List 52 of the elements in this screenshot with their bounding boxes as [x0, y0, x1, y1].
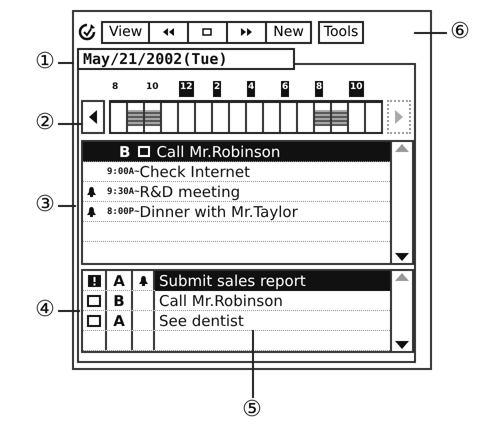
priority-label: A: [113, 272, 125, 290]
schedule-text: Call Mr.Robinson: [156, 142, 280, 160]
busy-block: [332, 110, 347, 126]
leader-line: [58, 205, 76, 207]
previous-button[interactable]: [81, 100, 105, 134]
left-arrow-icon: [89, 110, 97, 124]
tools-button[interactable]: Tools: [318, 20, 364, 44]
right-arrow-icon: [395, 110, 403, 124]
time-label: 8:00P~: [107, 206, 140, 218]
leader-line: [414, 32, 447, 34]
leader-line: [58, 310, 80, 312]
up-arrow-icon: [395, 144, 409, 152]
time-label: 9:00A~: [107, 166, 140, 178]
hour-label: 10: [145, 81, 160, 94]
busy-block: [145, 110, 160, 126]
priority-label: A: [113, 312, 125, 330]
sync-icon: [77, 22, 97, 42]
up-arrow-icon: [395, 273, 409, 281]
checkbox[interactable]: [87, 294, 101, 306]
date-label[interactable]: May/21/2002(Tue): [77, 48, 295, 70]
leader-line: [252, 330, 254, 398]
hour-label: 8: [111, 81, 120, 94]
hour-label: 2: [213, 81, 222, 97]
hour-label: 6: [281, 81, 290, 97]
schedule-text: R&D meeting: [140, 182, 240, 200]
stop-icon: [201, 27, 214, 37]
busy-block: [128, 110, 143, 126]
rewind-icon: [162, 27, 176, 37]
busy-block: [315, 110, 330, 126]
todo-item[interactable]: See dentist: [155, 310, 390, 330]
down-arrow-icon: [395, 341, 409, 349]
time-label: 9:30A~: [107, 186, 140, 198]
hour-label: 8: [315, 81, 324, 97]
important-icon: [88, 274, 100, 286]
hour-label: 4: [247, 81, 256, 97]
leader-line: [58, 123, 82, 125]
todo-item[interactable]: Call Mr.Robinson: [155, 290, 390, 310]
down-arrow-icon: [395, 253, 409, 261]
next-button[interactable]: [387, 100, 411, 134]
hour-label: 10: [349, 81, 364, 97]
schedule-text: Dinner with Mr.Taylor: [140, 202, 298, 220]
scroll-bar[interactable]: [390, 271, 412, 351]
priority-label: B: [113, 292, 125, 310]
todo-item[interactable]: Submit sales report: [155, 270, 390, 290]
hour-label: 12: [179, 81, 194, 97]
scroll-bar[interactable]: [390, 142, 412, 263]
schedule-text: Check Internet: [140, 162, 250, 180]
checkbox[interactable]: [87, 314, 101, 326]
leader-line: [58, 62, 74, 64]
fast-forward-icon: [240, 27, 254, 37]
schedule-row[interactable]: B Call Mr.Robinson: [83, 142, 390, 162]
priority-label: B: [119, 142, 130, 160]
